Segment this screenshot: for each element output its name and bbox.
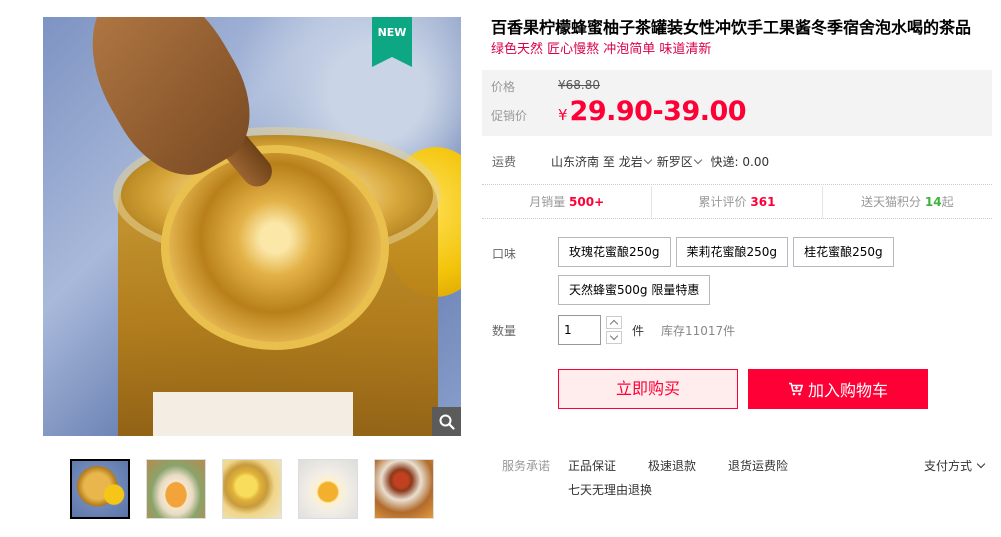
flavor-option-jasmine[interactable]: 茉莉花蜜酿250g bbox=[675, 237, 789, 267]
flavor-option-osmanthus[interactable]: 桂花蜜酿250g bbox=[793, 237, 894, 267]
review-count-label: 累计评价 bbox=[698, 195, 747, 209]
quantity-input[interactable] bbox=[558, 315, 601, 345]
lemon-slice-shape bbox=[161, 145, 389, 350]
original-price-label: 价格 bbox=[491, 80, 516, 94]
new-badge: NEW bbox=[372, 17, 412, 67]
review-count-value: 361 bbox=[750, 195, 776, 209]
sales-stats: 月销量 500+ 累计评价 361 送天猫积分 14起 bbox=[482, 186, 992, 218]
payment-methods-dropdown[interactable]: 支付方式 bbox=[924, 457, 986, 474]
quantity-label: 数量 bbox=[492, 324, 517, 338]
monthly-sales-value: 500+ bbox=[569, 195, 605, 209]
stock-count: 库存11017件 bbox=[661, 324, 736, 338]
flavor-option-rose[interactable]: 玫瑰花蜜酿250g bbox=[558, 237, 671, 267]
shipping-label: 运费 bbox=[492, 155, 517, 169]
shipping-origin: 山东济南 bbox=[551, 155, 600, 169]
thumbnail-5[interactable] bbox=[374, 459, 434, 519]
flavor-option-honey[interactable]: 天然蜂蜜500g 限量特惠 bbox=[558, 275, 711, 305]
payment-methods-label: 支付方式 bbox=[924, 459, 973, 473]
quantity-unit: 件 bbox=[632, 324, 645, 338]
review-count[interactable]: 累计评价 361 bbox=[652, 186, 823, 218]
original-price: ¥68.80 bbox=[558, 78, 600, 92]
chevron-down-icon bbox=[693, 155, 702, 165]
shipping-to: 至 bbox=[602, 155, 615, 169]
magnifier-icon bbox=[439, 414, 455, 430]
jar-label-shape bbox=[153, 392, 353, 436]
add-to-cart-button[interactable]: 加入购物车 bbox=[748, 369, 928, 409]
tmall-points-value: 14 bbox=[924, 195, 942, 209]
thumbnail-3[interactable] bbox=[222, 459, 282, 519]
quantity-increase-button[interactable] bbox=[606, 316, 622, 329]
destination-district: 新罗区 bbox=[656, 155, 693, 169]
flavor-options: 玫瑰花蜜酿250g 茉莉花蜜酿250g 桂花蜜酿250g 天然蜂蜜500g 限量… bbox=[558, 237, 898, 305]
destination-city: 龙岩 bbox=[618, 155, 643, 169]
currency-symbol: ¥ bbox=[558, 78, 566, 92]
service-return-insurance[interactable]: 退货运费险 bbox=[728, 457, 788, 474]
thumbnail-1[interactable] bbox=[70, 459, 130, 519]
flavor-label: 口味 bbox=[492, 247, 517, 261]
monthly-sales: 月销量 500+ bbox=[482, 186, 653, 218]
product-main-image bbox=[43, 17, 461, 436]
destination-city-select[interactable]: 龙岩 bbox=[619, 155, 657, 169]
shipping-method: 快递: 0.00 bbox=[710, 155, 770, 169]
thumbnail-2[interactable] bbox=[146, 459, 206, 519]
chevron-down-icon bbox=[976, 459, 986, 469]
product-subtitle: 绿色天然 匠心慢熬 冲泡简单 味道清新 bbox=[491, 42, 712, 57]
chevron-down-icon bbox=[643, 155, 652, 165]
currency-symbol: ¥ bbox=[558, 106, 568, 124]
original-price-value: 68.80 bbox=[565, 78, 600, 92]
tmall-points: 送天猫积分 14起 bbox=[823, 186, 992, 218]
add-to-cart-label: 加入购物车 bbox=[807, 381, 888, 400]
service-promise-label: 服务承诺 bbox=[502, 459, 551, 473]
price-box: 价格 ¥68.80 促销价 ¥29.90-39.00 bbox=[482, 70, 992, 136]
product-title: 百香果柠檬蜂蜜柚子茶罐装女性冲饮手工果酱冬季宿舍泡水喝的茶品 bbox=[491, 18, 972, 37]
tmall-points-suffix: 起 bbox=[941, 195, 954, 209]
promo-price: ¥29.90-39.00 bbox=[558, 96, 747, 127]
service-fast-refund[interactable]: 极速退款 bbox=[648, 457, 696, 474]
promo-price-label: 促销价 bbox=[491, 109, 528, 123]
divider bbox=[482, 184, 992, 185]
cart-icon bbox=[788, 382, 804, 396]
service-seven-day-return[interactable]: 七天无理由退换 bbox=[568, 481, 652, 498]
buy-now-button[interactable]: 立即购买 bbox=[558, 369, 738, 409]
promo-price-value: 29.90-39.00 bbox=[569, 96, 747, 127]
destination-district-select[interactable]: 新罗区 bbox=[657, 155, 707, 169]
tmall-points-label: 送天猫积分 bbox=[861, 195, 922, 209]
monthly-sales-label: 月销量 bbox=[529, 195, 566, 209]
thumbnail-strip bbox=[70, 459, 434, 519]
divider bbox=[482, 218, 992, 219]
thumbnail-4[interactable] bbox=[298, 459, 358, 519]
service-genuine[interactable]: 正品保证 bbox=[568, 457, 616, 474]
shipping-info: 山东济南 至 龙岩 新罗区 快递: 0.00 bbox=[551, 153, 769, 170]
quantity-decrease-button[interactable] bbox=[606, 331, 622, 344]
zoom-button[interactable] bbox=[432, 407, 461, 436]
